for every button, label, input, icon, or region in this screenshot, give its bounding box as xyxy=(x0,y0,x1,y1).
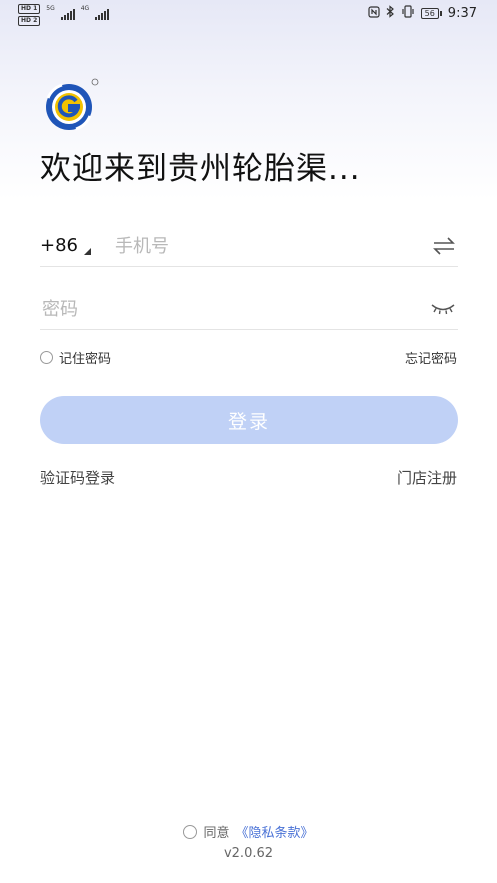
hd-badge-2: HD 2 xyxy=(18,16,41,26)
agree-radio-icon[interactable] xyxy=(183,824,198,839)
network-type-1: 5G xyxy=(46,5,55,12)
privacy-terms-link[interactable]: 《隐私条款》 xyxy=(236,822,314,841)
swap-arrows-icon[interactable] xyxy=(432,236,456,256)
country-code-dropdown-icon[interactable] xyxy=(84,248,91,255)
app-version: v2.0.62 xyxy=(223,846,274,861)
login-button[interactable]: 登录 xyxy=(40,396,458,444)
signal-icon-1 xyxy=(60,8,75,20)
country-code-selector[interactable]: +86 xyxy=(40,235,78,256)
signal-icon-2 xyxy=(95,8,110,20)
store-register-link[interactable]: 门店注册 xyxy=(397,467,457,488)
nfc-icon xyxy=(368,5,380,21)
battery-level: 56 xyxy=(420,7,439,19)
hd-badge-1: HD 1 xyxy=(18,4,41,14)
password-row xyxy=(40,289,458,330)
battery-icon: 56 xyxy=(420,7,442,19)
clock: 9:37 xyxy=(447,5,477,21)
password-input[interactable] xyxy=(40,293,384,325)
remember-radio-icon[interactable] xyxy=(40,351,53,364)
sim-badges: HD 1 HD 2 xyxy=(18,4,41,26)
phone-row: +86 xyxy=(40,226,458,267)
bluetooth-icon xyxy=(386,5,395,21)
status-bar-right: 56 9:37 xyxy=(368,5,477,21)
eye-closed-icon[interactable] xyxy=(430,300,456,316)
welcome-title: 欢迎来到贵州轮胎渠... xyxy=(40,151,361,187)
privacy-agreement: 同意 《隐私条款》 xyxy=(0,822,497,841)
phone-input[interactable] xyxy=(113,230,417,262)
remember-label: 记住密码 xyxy=(59,352,112,367)
status-bar-left: HD 1 HD 2 5G 4G xyxy=(18,4,110,26)
sms-login-link[interactable]: 验证码登录 xyxy=(40,467,115,488)
agree-label: 同意 xyxy=(203,826,230,841)
app-logo-icon xyxy=(40,76,102,132)
vibrate-icon xyxy=(401,5,415,21)
status-bar: HD 1 HD 2 5G 4G 56 9:37 xyxy=(0,0,497,28)
forgot-password-link[interactable]: 忘记密码 xyxy=(405,348,457,367)
remember-password-checkbox[interactable]: 记住密码 xyxy=(40,348,111,367)
network-type-2: 4G xyxy=(80,5,90,12)
